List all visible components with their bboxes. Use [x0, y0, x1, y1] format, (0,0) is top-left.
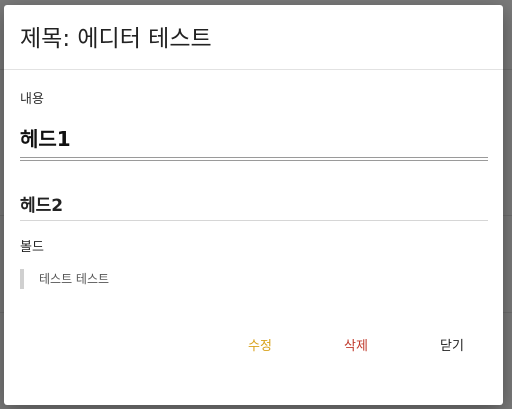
- dialog-header: 제목: 에디터 테스트: [4, 5, 503, 70]
- heading-2-underline: [20, 220, 488, 221]
- close-button[interactable]: 닫기: [434, 334, 470, 358]
- content-label: 내용: [20, 92, 44, 107]
- heading-1-underline: [20, 157, 488, 161]
- content-heading-1: 헤드1: [20, 127, 71, 151]
- edit-button[interactable]: 수정: [242, 334, 278, 358]
- dialog-title: 제목: 에디터 테스트: [20, 26, 212, 52]
- delete-button[interactable]: 삭제: [338, 334, 374, 358]
- content-heading-2: 헤드2: [20, 196, 64, 216]
- content-bold-text: 볼드: [20, 240, 44, 255]
- content-blockquote: 테스트 테스트: [20, 269, 109, 289]
- post-dialog: 제목: 에디터 테스트 내용 헤드1 헤드2 볼드 테스트 테스트 수정 삭제 …: [4, 5, 503, 405]
